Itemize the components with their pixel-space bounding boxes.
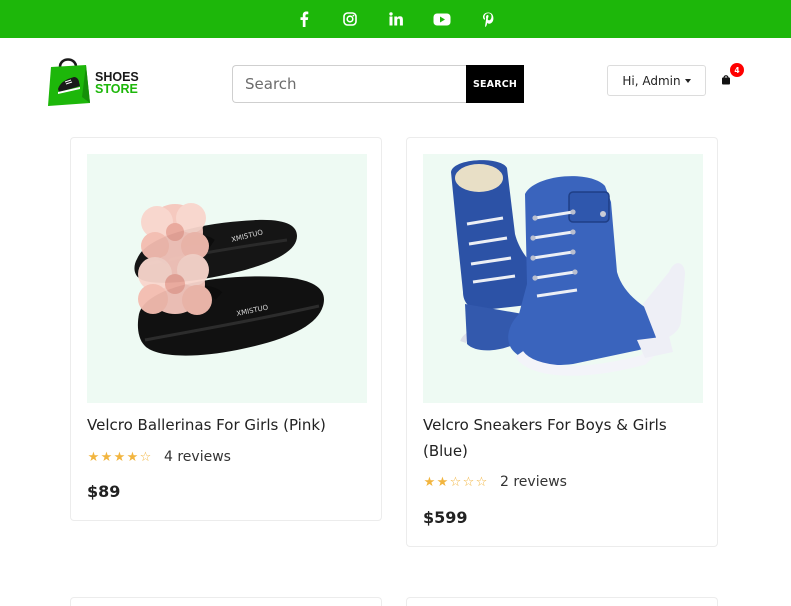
store-logo[interactable]: SHOES STORE	[46, 53, 146, 109]
instagram-link[interactable]	[327, 0, 373, 38]
facebook-link[interactable]	[281, 0, 327, 38]
pinterest-icon	[482, 12, 493, 27]
logo-line-store: STORE	[95, 82, 138, 96]
search-button[interactable]: SEARCH	[466, 65, 524, 103]
product-card[interactable]: XMISTUO XMISTUO Velcro Ballerinas For Gi…	[70, 137, 382, 521]
star-filled-icon: ★	[100, 449, 113, 465]
star-filled-icon: ★	[87, 449, 100, 465]
product-image[interactable]: XMISTUO XMISTUO	[87, 154, 367, 403]
star-rating: ★ ★ ☆ ☆ ☆	[423, 476, 488, 489]
review-count: 2 reviews	[500, 474, 567, 490]
product-rating: ★ ★ ☆ ☆ ☆ 2 reviews	[423, 474, 567, 490]
facebook-icon	[300, 11, 308, 27]
product-image[interactable]	[423, 154, 703, 403]
product-price: $599	[423, 508, 468, 527]
caret-down-icon	[684, 79, 691, 83]
product-image-boots	[451, 160, 685, 376]
cart-count-badge: 4	[730, 63, 744, 77]
star-empty-icon: ☆	[449, 474, 462, 490]
product-card[interactable]	[70, 597, 382, 606]
product-title[interactable]: Velcro Sneakers For Boys & Girls (Blue)	[423, 412, 708, 464]
review-count: 4 reviews	[164, 449, 231, 465]
site-header: SHOES STORE SEARCH Hi, Admin 4	[0, 38, 791, 128]
star-empty-icon: ☆	[462, 474, 475, 490]
star-empty-icon: ☆	[475, 474, 488, 490]
youtube-icon	[433, 13, 450, 25]
product-rating: ★ ★ ★ ★ ☆ 4 reviews	[87, 449, 231, 465]
star-filled-icon: ★	[436, 474, 449, 490]
star-empty-icon: ☆	[139, 449, 152, 465]
linkedin-icon	[388, 12, 403, 26]
star-rating: ★ ★ ★ ★ ☆	[87, 451, 152, 464]
search-form: SEARCH	[232, 65, 524, 103]
product-price: $89	[87, 482, 121, 501]
social-bar	[0, 0, 791, 38]
instagram-icon	[342, 12, 357, 26]
star-filled-icon: ★	[113, 449, 126, 465]
product-card[interactable]	[406, 597, 718, 606]
youtube-link[interactable]	[419, 0, 465, 38]
star-filled-icon: ★	[126, 449, 139, 465]
product-card[interactable]: Velcro Sneakers For Boys & Girls (Blue) …	[406, 137, 718, 547]
user-menu-button[interactable]: Hi, Admin	[607, 65, 706, 96]
linkedin-link[interactable]	[373, 0, 419, 38]
shopping-bag-icon	[722, 75, 730, 85]
star-filled-icon: ★	[423, 474, 436, 490]
product-image-sandals: XMISTUO XMISTUO	[134, 203, 324, 356]
cart-button[interactable]: 4	[719, 63, 747, 91]
user-greeting: Hi, Admin	[622, 73, 681, 88]
logo-wordmark: SHOES STORE	[95, 71, 139, 96]
pinterest-link[interactable]	[465, 0, 511, 38]
search-input[interactable]	[232, 65, 466, 103]
product-title[interactable]: Velcro Ballerinas For Girls (Pink)	[87, 412, 372, 438]
shopping-bag-logo-icon	[48, 58, 90, 106]
